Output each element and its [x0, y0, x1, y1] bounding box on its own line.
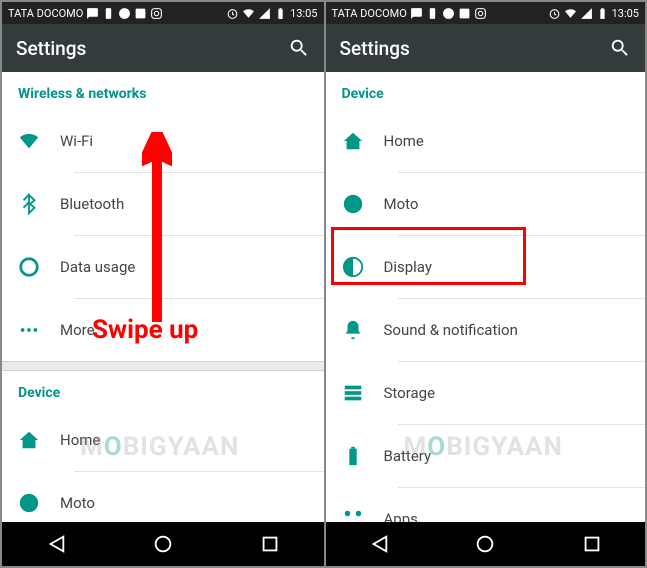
row-display[interactable]: Display: [326, 236, 646, 298]
display-icon: [342, 256, 384, 278]
image-icon: [458, 7, 471, 20]
storage-icon: [342, 382, 384, 404]
row-label: Home: [384, 132, 424, 150]
row-label: Moto: [60, 494, 95, 512]
moto-icon: [18, 492, 60, 514]
bluetooth-icon: [18, 193, 60, 215]
row-label: Display: [384, 258, 432, 276]
row-home[interactable]: Home: [2, 409, 324, 471]
row-label: Wi-Fi: [60, 132, 93, 150]
phone-icon: [426, 7, 439, 20]
clock-label: 13:05: [612, 7, 639, 20]
instagram-icon: [150, 7, 163, 20]
more-icon: [18, 319, 60, 341]
wifi-status-icon: [564, 7, 577, 20]
page-title: Settings: [340, 37, 410, 60]
nav-bar: [326, 522, 646, 566]
settings-list[interactable]: Device Home Moto Display Sound & notific…: [326, 72, 646, 522]
row-storage[interactable]: Storage: [326, 362, 646, 424]
row-label: More: [60, 321, 95, 339]
back-button[interactable]: [26, 522, 86, 566]
data-usage-icon: [18, 256, 60, 278]
carrier-label: TATA DOCOMO: [332, 7, 407, 20]
apps-icon: [342, 508, 384, 522]
whatsapp-icon: [442, 7, 455, 20]
wifi-icon: [18, 130, 60, 152]
nav-bar: [2, 522, 324, 566]
sms-icon: [410, 7, 423, 20]
phone-icon: [102, 7, 115, 20]
row-label: Bluetooth: [60, 195, 124, 213]
moto-icon: [342, 193, 384, 215]
right-phone: TATA DOCOMO 13:05 Settings Device Home M…: [324, 2, 646, 566]
home-icon: [342, 130, 384, 152]
alarm-icon: [548, 7, 561, 20]
row-battery[interactable]: Battery: [326, 425, 646, 487]
sms-icon: [86, 7, 99, 20]
row-label: Moto: [384, 195, 419, 213]
row-label: Storage: [384, 384, 436, 402]
signal-icon: [580, 7, 593, 20]
alarm-icon: [226, 7, 239, 20]
row-data-usage[interactable]: Data usage: [2, 236, 324, 298]
row-label: Sound & notification: [384, 321, 518, 339]
battery-icon: [342, 445, 384, 467]
section-wireless: Wireless & networks: [2, 72, 324, 110]
row-apps[interactable]: Apps: [326, 488, 646, 522]
status-bar: TATA DOCOMO 13:05: [2, 2, 324, 24]
image-icon: [134, 7, 147, 20]
row-label: Battery: [384, 447, 432, 465]
app-bar: Settings: [326, 24, 646, 72]
row-bluetooth[interactable]: Bluetooth: [2, 173, 324, 235]
row-home[interactable]: Home: [326, 110, 646, 172]
home-button[interactable]: [133, 522, 193, 566]
battery-icon: [274, 7, 287, 20]
row-label: Apps: [384, 510, 418, 522]
row-wifi[interactable]: Wi-Fi: [2, 110, 324, 172]
signal-icon: [258, 7, 271, 20]
home-icon: [18, 429, 60, 451]
section-device: Device: [2, 371, 324, 409]
row-moto[interactable]: Moto: [2, 472, 324, 522]
bell-icon: [342, 319, 384, 341]
status-bar: TATA DOCOMO 13:05: [326, 2, 646, 24]
settings-list[interactable]: Wireless & networks Wi-Fi Bluetooth Data…: [2, 72, 324, 522]
section-divider: [2, 361, 324, 371]
row-label: Data usage: [60, 258, 135, 276]
wifi-status-icon: [242, 7, 255, 20]
row-more[interactable]: More: [2, 299, 324, 361]
back-button[interactable]: [349, 522, 409, 566]
app-bar: Settings: [2, 24, 324, 72]
row-label: Home: [60, 431, 100, 449]
home-button[interactable]: [455, 522, 515, 566]
section-device: Device: [326, 72, 646, 110]
search-icon[interactable]: [288, 37, 310, 59]
whatsapp-icon: [118, 7, 131, 20]
instagram-icon: [474, 7, 487, 20]
recents-button[interactable]: [562, 522, 622, 566]
clock-label: 13:05: [290, 7, 317, 20]
row-sound[interactable]: Sound & notification: [326, 299, 646, 361]
row-moto[interactable]: Moto: [326, 173, 646, 235]
recents-button[interactable]: [240, 522, 300, 566]
page-title: Settings: [16, 37, 86, 60]
search-icon[interactable]: [609, 37, 631, 59]
left-phone: TATA DOCOMO 13:05 Settings Wireless & ne…: [2, 2, 324, 566]
carrier-label: TATA DOCOMO: [8, 7, 83, 20]
battery-icon: [596, 7, 609, 20]
